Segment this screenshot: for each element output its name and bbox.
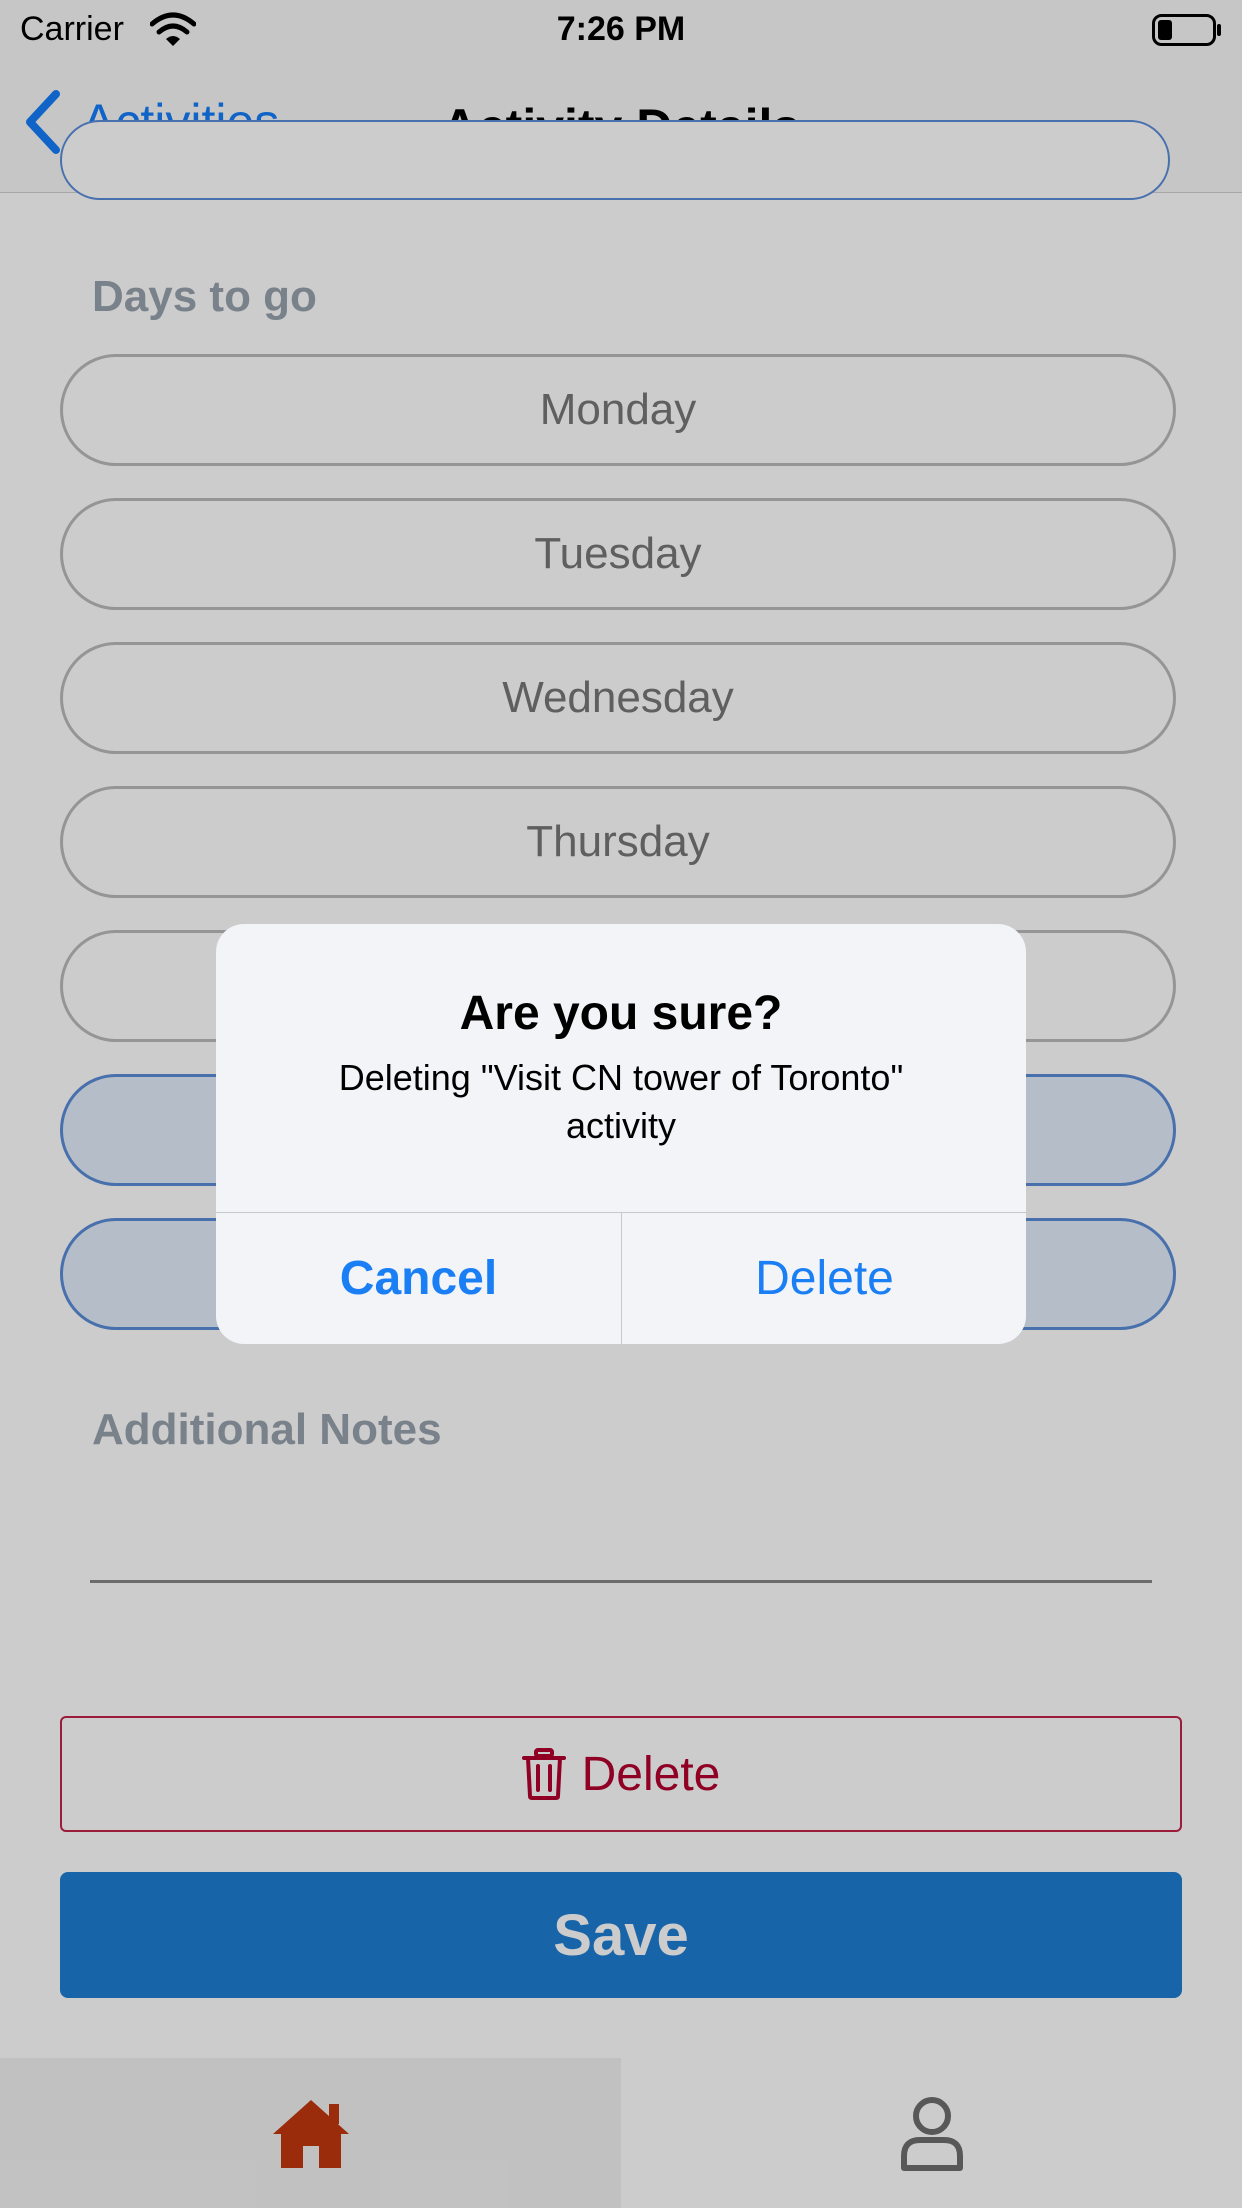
confirm-delete-alert: Are you sure? Deleting "Visit CN tower o…	[216, 924, 1026, 1344]
activity-details-screen: Carrier 7:26 PM Activities Activity Deta…	[0, 0, 1242, 2208]
alert-message: Deleting "Visit CN tower of Toronto" act…	[338, 1057, 904, 1146]
alert-cancel-button[interactable]: Cancel	[216, 1213, 621, 1344]
alert-delete-button[interactable]: Delete	[622, 1213, 1026, 1344]
alert-title: Are you sure?	[459, 987, 783, 1040]
